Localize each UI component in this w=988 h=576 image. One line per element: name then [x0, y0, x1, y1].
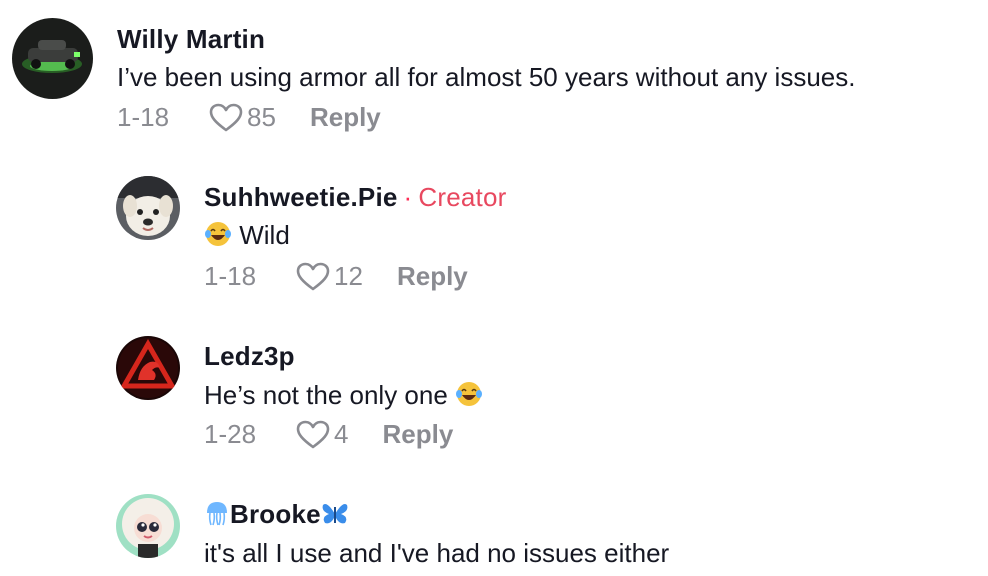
- comment-username[interactable]: Suhhweetie.Pie · Creator: [204, 182, 507, 213]
- comment-date: 1-18: [117, 102, 170, 132]
- like-count: 12: [334, 261, 363, 291]
- separator: ·: [403, 182, 413, 212]
- butterfly-emoji-icon: [322, 504, 348, 524]
- car-avatar[interactable]: [12, 18, 93, 99]
- reply-button[interactable]: Reply: [310, 102, 381, 133]
- like-button[interactable]: 4: [296, 419, 349, 450]
- scorpion-logo-avatar[interactable]: [116, 336, 180, 400]
- reply-button[interactable]: Reply: [397, 261, 468, 292]
- username-label: Brooke: [230, 499, 321, 529]
- comment-text: I’ve been using armor all for almost 50 …: [117, 62, 856, 92]
- comment-username[interactable]: Willy Martin: [117, 24, 265, 55]
- reply-button[interactable]: Reply: [383, 419, 454, 450]
- like-button[interactable]: 85: [209, 102, 276, 133]
- laughing-tears-emoji-icon: [205, 222, 231, 246]
- comment-date: 1-28: [204, 419, 257, 449]
- like-count: 85: [247, 102, 276, 132]
- comment-username[interactable]: Ledz3p: [204, 341, 295, 372]
- comment-text: it's all I use and I've had no issues ei…: [204, 538, 670, 568]
- cartoon-girl-avatar[interactable]: [116, 494, 180, 558]
- comment-text-label: He’s not the only one: [204, 380, 448, 410]
- creator-badge: Creator: [418, 182, 507, 212]
- like-count: 4: [334, 419, 349, 449]
- comment-text: He’s not the only one: [204, 380, 483, 411]
- dog-avatar[interactable]: [116, 176, 180, 240]
- username-label: Suhhweetie.Pie: [204, 182, 398, 212]
- comment-text-label: Wild: [239, 220, 290, 250]
- heart-icon: [296, 420, 330, 448]
- comment-text: Wild: [204, 220, 290, 251]
- heart-icon: [209, 103, 243, 131]
- jellyfish-emoji-icon: [207, 502, 227, 526]
- heart-icon: [296, 262, 330, 290]
- comment-username[interactable]: Brooke: [204, 499, 349, 530]
- like-button[interactable]: 12: [296, 261, 363, 292]
- laughing-tears-emoji-icon: [456, 382, 483, 406]
- comment-date: 1-18: [204, 261, 257, 291]
